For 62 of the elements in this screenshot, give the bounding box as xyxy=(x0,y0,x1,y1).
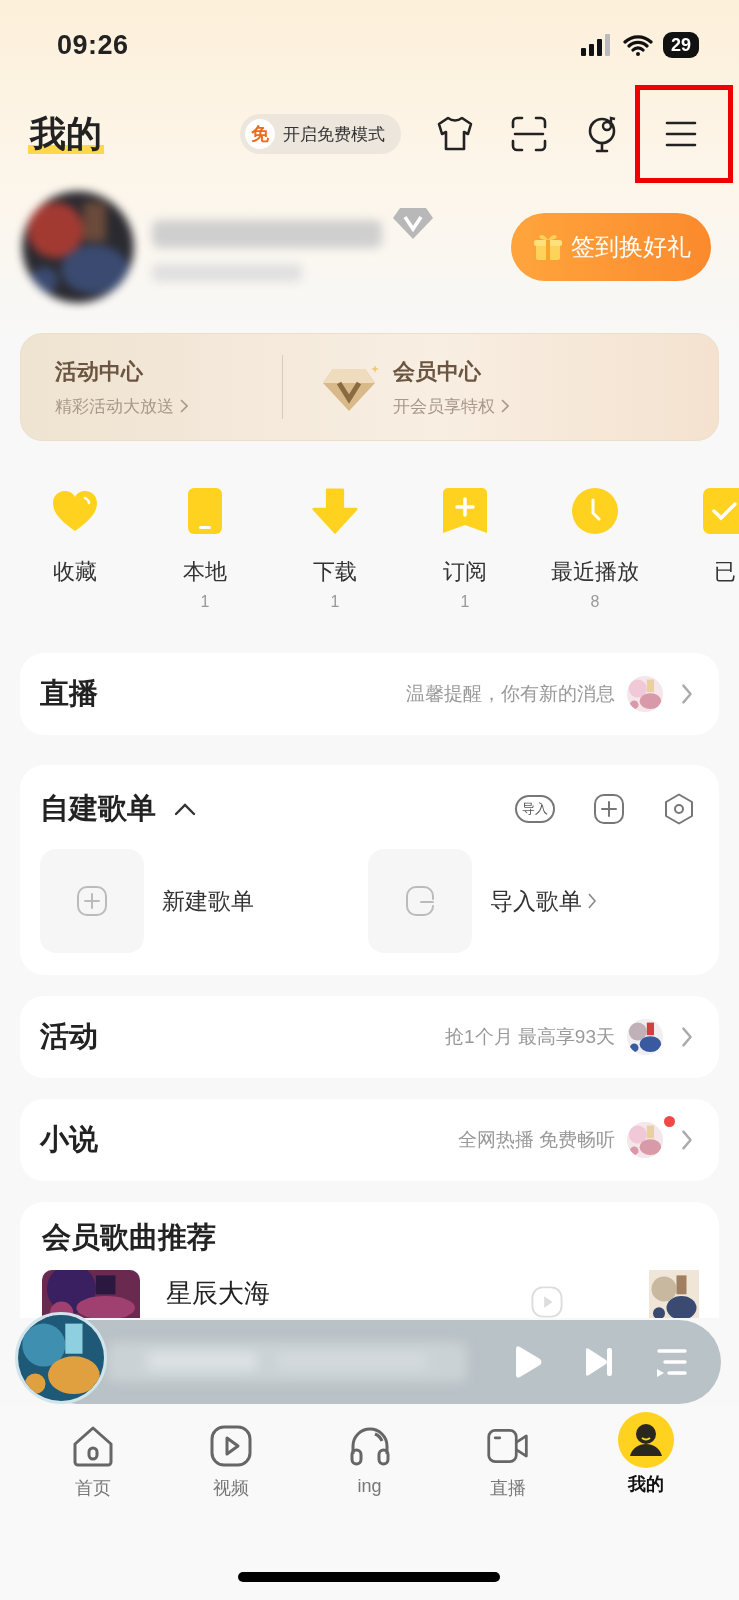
section-card[interactable]: 小说 全网热播 免费畅听 xyxy=(20,1099,719,1181)
shortcut-label[interactable]: 已 xyxy=(714,557,736,587)
shortcut-label[interactable]: 订阅 xyxy=(443,557,487,587)
card-subtitle: 开会员享特权 xyxy=(393,395,495,418)
tab[interactable]: 首页 xyxy=(24,1412,163,1500)
section-title: 自建歌单 xyxy=(40,791,156,826)
plus-icon[interactable] xyxy=(593,793,625,825)
playlist-label[interactable]: 导入歌单 xyxy=(489,885,582,917)
bookmark-plus-icon xyxy=(441,487,489,535)
chevron-icon xyxy=(501,399,509,413)
scan-icon[interactable] xyxy=(509,114,549,154)
caret-icon[interactable] xyxy=(174,802,196,816)
free-mode-label: 开启免费模式 xyxy=(283,123,385,146)
status-time: 09:26 xyxy=(57,29,129,61)
card-title[interactable]: 活动中心 xyxy=(55,356,188,387)
section-title: 活动 xyxy=(40,1019,98,1054)
shortcut-count: 1 xyxy=(330,593,340,611)
tab[interactable]: 直播 xyxy=(438,1412,577,1500)
section-title: 会员歌曲推荐 xyxy=(42,1220,217,1255)
shortcut-count: 8 xyxy=(590,593,600,611)
section-hint: 温馨提醒，你有新的消息 xyxy=(406,682,615,706)
shortcut-label[interactable]: 下载 xyxy=(313,557,357,587)
section-hint: 抢1个月 最高享93天 xyxy=(445,1025,615,1049)
shortcut-count: 1 xyxy=(200,593,210,611)
shortcut-count: 1 xyxy=(460,593,470,611)
playlist-tile[interactable] xyxy=(367,849,472,953)
playlist-label[interactable]: 新建歌单 xyxy=(162,885,254,917)
plus-icon xyxy=(76,885,108,917)
tab[interactable]: 视频 xyxy=(162,1412,301,1500)
signal-icon xyxy=(580,34,613,56)
shortcut-label[interactable]: 本地 xyxy=(183,557,227,587)
free-mode-button[interactable]: 免 开启免费模式 xyxy=(240,114,401,154)
chevron-icon xyxy=(681,1026,693,1048)
download-icon xyxy=(311,487,359,535)
free-badge: 免 xyxy=(245,119,275,149)
chevron-icon xyxy=(681,1129,693,1151)
card-subtitle: 精彩活动大放送 xyxy=(55,395,174,418)
section-card[interactable]: 直播 温馨提醒，你有新的消息 xyxy=(20,653,719,735)
shortcut-label[interactable]: 最近播放 xyxy=(551,557,639,587)
section-hint: 全网热播 免费畅听 xyxy=(457,1128,615,1152)
shortcut-label[interactable]: 收藏 xyxy=(53,557,97,587)
section-card[interactable]: 活动 抢1个月 最高享93天 xyxy=(20,996,719,1078)
video-icon xyxy=(209,1424,254,1468)
diamond-icon xyxy=(392,206,434,240)
chevron-icon xyxy=(180,399,188,413)
section-title: 直播 xyxy=(40,676,98,711)
settings-icon[interactable] xyxy=(663,793,695,825)
playlist-tile[interactable] xyxy=(40,849,144,953)
check-icon xyxy=(701,487,739,535)
tab[interactable]: ing xyxy=(300,1412,439,1500)
card-title[interactable]: 会员中心 xyxy=(393,356,509,387)
person-icon xyxy=(617,1412,674,1468)
section-title: 小说 xyxy=(40,1122,98,1157)
import-button[interactable]: 导入 xyxy=(515,795,555,823)
home-icon xyxy=(71,1424,116,1468)
battery-level: 29 xyxy=(662,32,699,58)
tab[interactable]: 我的 xyxy=(576,1412,715,1500)
import-icon xyxy=(403,885,436,917)
chevron-icon xyxy=(681,683,693,705)
song-title[interactable]: 星辰大海 xyxy=(166,1276,270,1311)
wifi-icon xyxy=(622,34,653,56)
clock-icon xyxy=(571,487,619,535)
